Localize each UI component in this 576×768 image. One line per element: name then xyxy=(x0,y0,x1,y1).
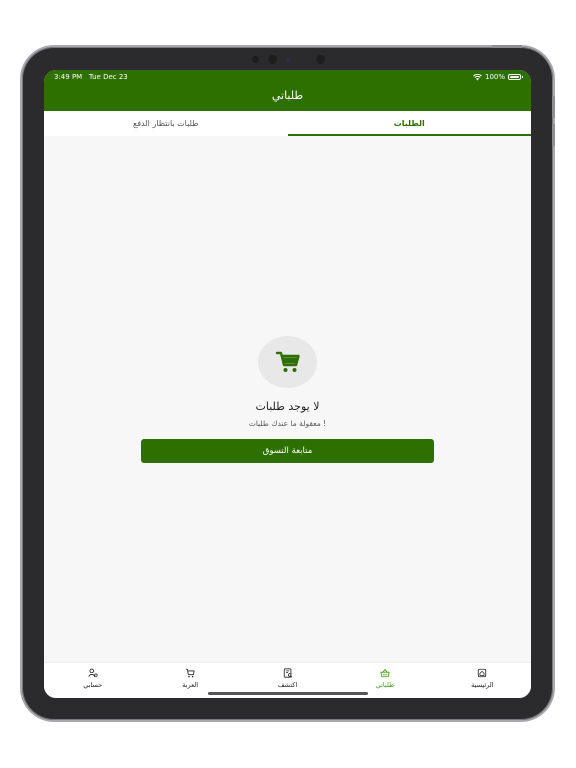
app-bar: 3:49 PM Tue Dec 23 100% طلباتي xyxy=(44,70,531,111)
empty-state-title: لا يوجد طلبات xyxy=(255,400,320,413)
tab-pending-payment[interactable]: طلبات بانتظار الدفع xyxy=(44,111,288,136)
front-camera xyxy=(286,57,291,62)
nav-label: اكتشف xyxy=(277,681,298,689)
home-icon xyxy=(478,668,487,678)
volume-up-button xyxy=(552,96,555,118)
camera-sensor xyxy=(252,56,259,63)
orders-tabs: طلبات بانتظار الدفع الطلبات xyxy=(44,111,531,136)
home-indicator[interactable] xyxy=(208,692,368,695)
nav-item-account[interactable]: حسابي xyxy=(44,663,141,698)
empty-state-subtitle: معقولة ما عندك طلبات ! xyxy=(248,419,327,428)
user-icon xyxy=(88,668,98,677)
nav-label: العربة xyxy=(182,681,199,689)
camera-sensor xyxy=(316,55,325,64)
status-time: 3:49 PM xyxy=(54,73,83,81)
cart-icon xyxy=(275,351,300,372)
page-title: طلباتي xyxy=(271,89,304,102)
discover-icon xyxy=(283,668,292,678)
nav-label: طلباتي xyxy=(375,681,395,689)
nav-item-home[interactable]: الرئيسية xyxy=(434,663,531,698)
wifi-icon xyxy=(473,73,482,80)
battery-percent: 100% xyxy=(484,73,505,81)
nav-label: حسابي xyxy=(83,681,103,689)
basket-icon xyxy=(380,668,390,678)
top-button xyxy=(492,45,522,48)
status-clock: 3:49 PM Tue Dec 23 xyxy=(54,73,128,81)
cart-icon xyxy=(185,668,195,678)
nav-label: الرئيسية xyxy=(471,681,494,689)
status-date: Tue Dec 23 xyxy=(88,73,128,81)
app-screen: 3:49 PM Tue Dec 23 100% طلباتي طلبات بان… xyxy=(44,70,531,698)
status-indicators: 100% xyxy=(473,73,523,81)
camera-sensor xyxy=(268,55,277,64)
empty-state-icon-circle xyxy=(258,336,317,388)
volume-down-button xyxy=(552,124,555,146)
continue-shopping-button[interactable]: متابعة التسوق xyxy=(141,439,434,463)
tab-orders[interactable]: الطلبات xyxy=(287,111,532,136)
battery-icon xyxy=(508,74,523,80)
